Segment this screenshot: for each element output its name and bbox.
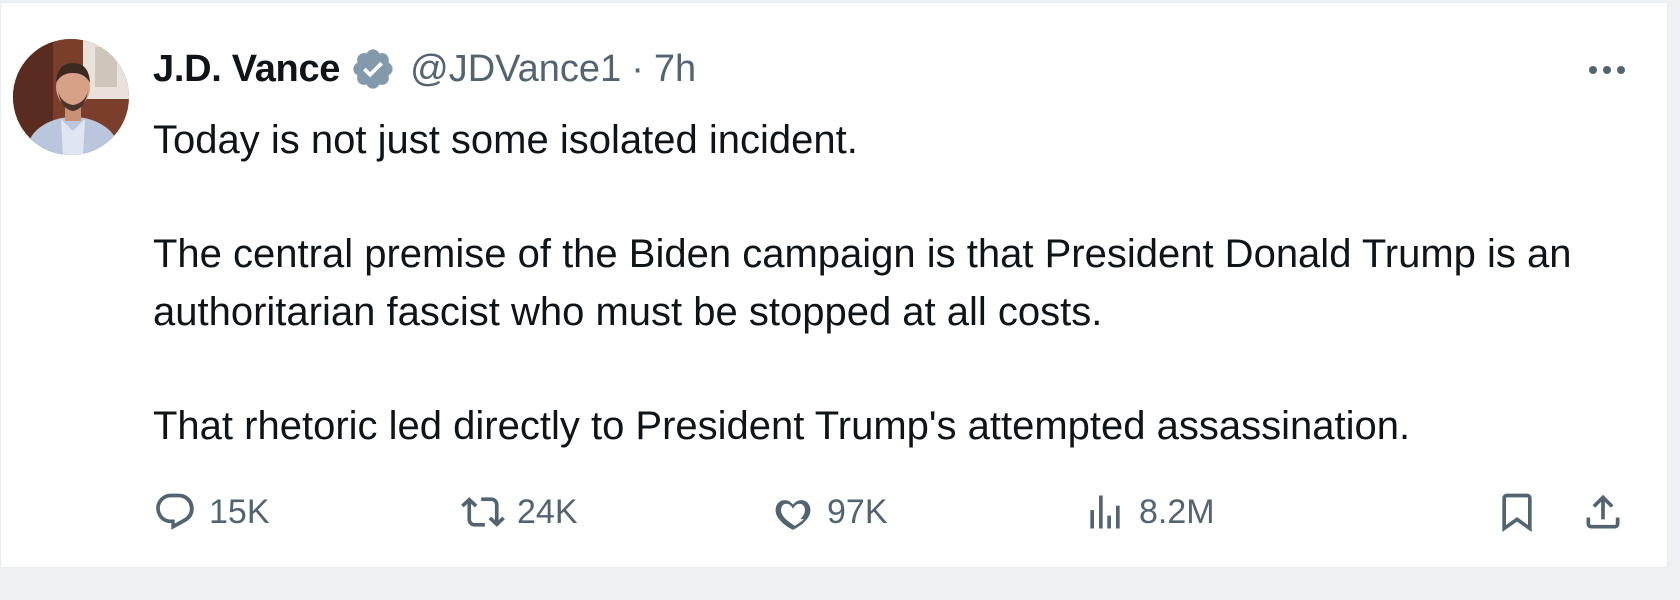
reply-count: 15K <box>209 492 270 531</box>
reply-button[interactable]: 15K <box>153 487 270 537</box>
reply-icon <box>156 493 194 530</box>
bookmark-icon <box>1502 493 1532 533</box>
repost-icon <box>461 497 505 527</box>
tweet-timestamp[interactable]: 7h <box>654 48 696 91</box>
bookmark-button[interactable] <box>1495 487 1539 537</box>
avatar-image <box>13 39 129 155</box>
tweet-actions: 15K 24K 97K 8.2M <box>153 487 1633 537</box>
repost-count: 24K <box>517 492 578 531</box>
tweet-paragraph: The central premise of the Biden campaig… <box>153 232 1572 334</box>
verified-badge-icon[interactable] <box>350 46 396 92</box>
views-button[interactable]: 8.2M <box>1083 487 1215 537</box>
like-button[interactable]: 97K <box>771 487 888 537</box>
share-icon <box>1586 494 1620 529</box>
author-name[interactable]: J.D. Vance <box>153 48 340 91</box>
tweet-paragraph: That rhetoric led directly to President … <box>153 404 1411 448</box>
share-button[interactable] <box>1581 487 1625 537</box>
repost-button[interactable]: 24K <box>461 487 578 537</box>
heart-icon <box>775 500 811 530</box>
like-count: 97K <box>827 492 888 531</box>
tweet-text: Today is not just some isolated incident… <box>153 111 1633 455</box>
separator-dot: · <box>631 47 644 90</box>
tweet-paragraph: Today is not just some isolated incident… <box>153 118 858 162</box>
tweet-card[interactable]: J.D. Vance @JDVance1 · 7h Today is not j… <box>0 2 1668 568</box>
views-icon <box>1090 495 1120 529</box>
avatar[interactable] <box>13 39 129 155</box>
more-icon[interactable] <box>1583 55 1631 85</box>
author-handle[interactable]: @JDVance1 <box>410 48 621 91</box>
tweet-header: J.D. Vance @JDVance1 · 7h <box>153 45 696 93</box>
page-background <box>0 570 1680 600</box>
views-count: 8.2M <box>1139 492 1215 531</box>
